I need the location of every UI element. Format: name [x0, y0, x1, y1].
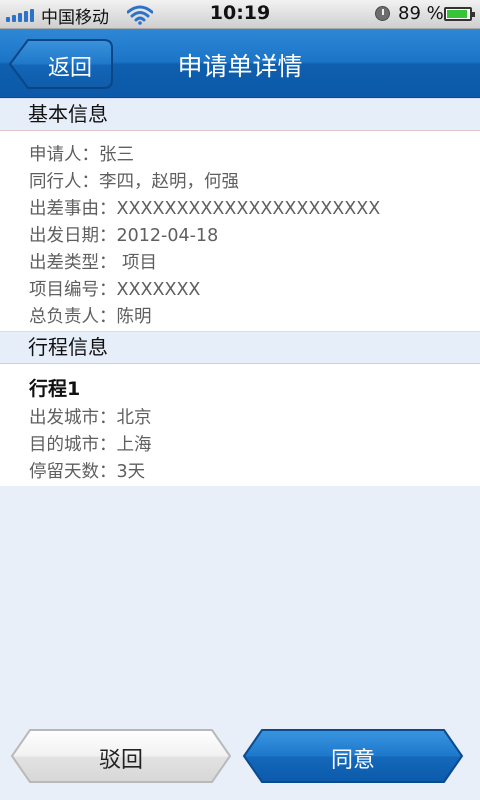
battery-percentage: 89 %	[398, 3, 444, 24]
battery-icon	[444, 7, 475, 21]
reject-button-label: 驳回	[98, 748, 143, 773]
applicant-row: 申请人：张三	[29, 145, 134, 165]
departure-city-row: 出发城市：北京	[29, 408, 152, 428]
companions-row: 同行人：李四，赵明，何强	[29, 172, 239, 192]
project-number-row: 项目编号：XXXXXXX	[29, 280, 201, 300]
departure-date-row: 出发日期：2012-04-18	[29, 226, 219, 246]
section-header-basic-info: 基本信息	[0, 98, 480, 131]
status-bar: 中国移动 10:19 89 %	[0, 0, 480, 29]
agree-button[interactable]: 同意	[242, 728, 464, 784]
trip-title: 行程1	[29, 378, 81, 400]
stay-days-row: 停留天数：3天	[29, 462, 146, 482]
itinerary-body: 行程1 出发城市：北京 目的城市：上海 停留天数：3天	[0, 364, 480, 486]
alarm-icon	[375, 6, 390, 21]
nav-bar: 返回 申请单详情	[0, 29, 480, 98]
basic-info-body: 申请人：张三 同行人：李四，赵明，何强 出差事由：XXXXXXXXXXXXXXX…	[0, 131, 480, 331]
page-title: 申请单详情	[177, 52, 303, 81]
trip-reason-row: 出差事由：XXXXXXXXXXXXXXXXXXXXXX	[29, 199, 381, 219]
section-header-itinerary: 行程信息	[0, 331, 480, 364]
app-screen: 中国移动 10:19 89 % 返回 申请单详情 基本信息 申请人：张三 同行人…	[0, 0, 480, 800]
trip-type-row: 出差类型： 项目	[29, 253, 158, 273]
destination-city-row: 目的城市：上海	[29, 435, 152, 455]
chief-responsible-row: 总负责人：陈明	[29, 307, 152, 327]
agree-button-label: 同意	[330, 748, 375, 773]
reject-button[interactable]: 驳回	[10, 728, 232, 784]
